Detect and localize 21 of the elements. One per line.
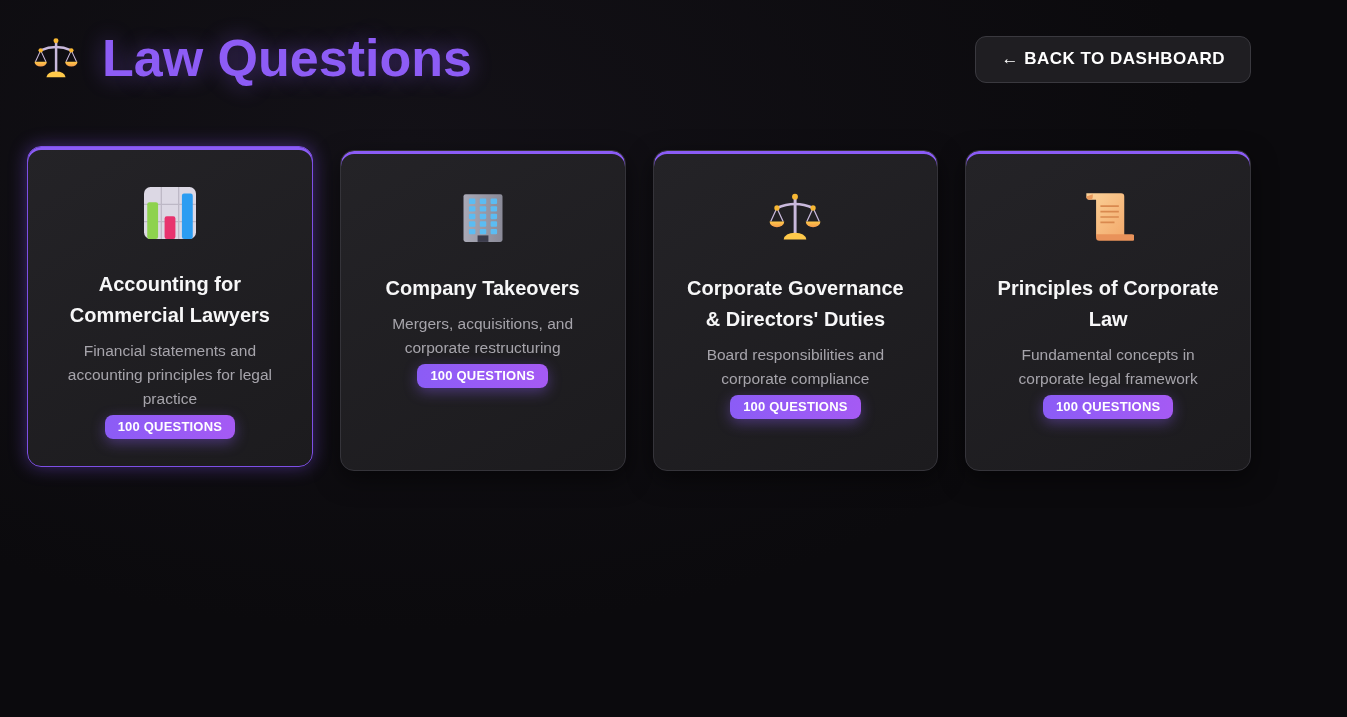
question-count-badge: 100 QUESTIONS — [1042, 395, 1174, 419]
topic-card[interactable]: Company Takeovers Mergers, acquisitions, and corporate restructuring 100 QUESTIONS — [339, 150, 626, 471]
question-count-badge: 100 QUESTIONS — [730, 395, 861, 419]
back-to-dashboard-button[interactable]: ← BACK TO DASHBOARD — [975, 35, 1251, 83]
card-title: Company Takeovers — [385, 276, 580, 301]
card-title: Accounting for Commercial Lawyers — [68, 272, 271, 328]
topic-card[interactable]: Accounting for Commercial Lawyers Financial statements and accounting principles for legal practice 100 QUESTIONS — [27, 146, 313, 467]
topic-card[interactable]: Principles of Corporate Law Fundamental concepts in corporate legal framework 100 QUESTIONS — [965, 150, 1251, 471]
card-description: Financial statements and accounting principles for legal practice — [66, 341, 273, 409]
card-description: Mergers, acquisitions, and corporate restructuring — [391, 314, 575, 358]
question-count-badge: 100 QUESTIONS — [104, 415, 236, 439]
bar-chart-icon — [143, 187, 196, 239]
card-title: Principles of Corporate Law — [996, 276, 1220, 332]
scale-icon — [769, 191, 822, 243]
question-count-badge: 100 QUESTIONS — [417, 364, 548, 388]
page-title: Law Questions — [102, 29, 472, 87]
topic-card[interactable]: Corporate Governance & Directors' Duties Board responsibilities and corporate compliance 100 QUESTIONS — [652, 150, 939, 471]
card-description: Board responsibilities and corporate compliance — [705, 345, 886, 389]
card-title: Corporate Governance & Directors' Duties — [686, 276, 905, 332]
card-description: Fundamental concepts in corporate legal framework — [1017, 345, 1199, 389]
scale-icon — [34, 37, 78, 79]
